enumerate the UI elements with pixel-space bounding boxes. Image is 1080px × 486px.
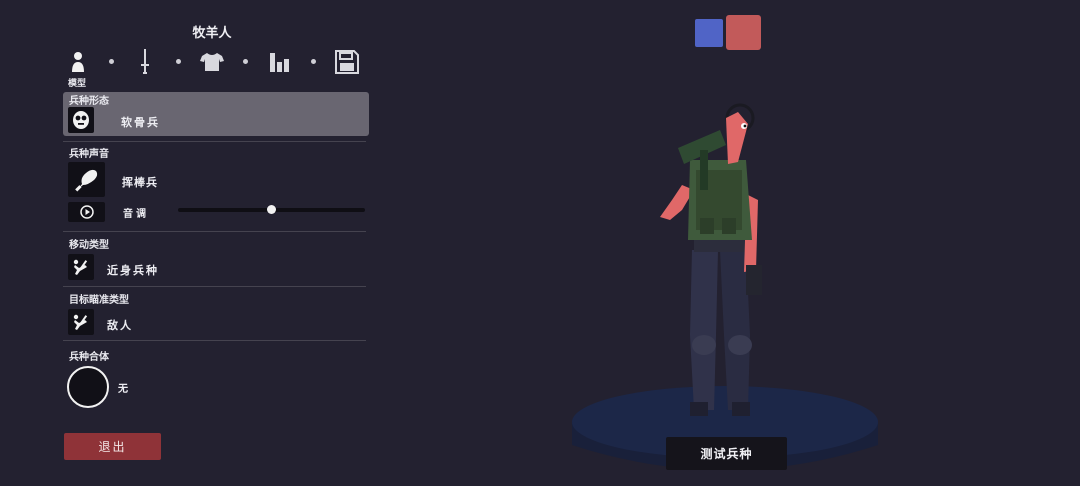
tab-save[interactable] — [334, 48, 360, 76]
shirt-icon — [200, 53, 224, 71]
unit-form-value: 软骨兵 — [121, 116, 160, 129]
unit-form-label: 兵种形态 — [69, 96, 109, 107]
unit-form-icon-box[interactable] — [68, 107, 94, 133]
section-divider — [63, 141, 366, 142]
unit-combine-value: 无 — [118, 384, 130, 395]
section-divider — [63, 231, 366, 232]
movement-type-label: 移动类型 — [69, 240, 109, 251]
pitch-label: 音调 — [123, 209, 149, 220]
play-voice-button[interactable] — [68, 202, 105, 222]
team-red-swatch[interactable] — [726, 15, 761, 50]
unit-combine-slot[interactable] — [67, 366, 109, 408]
unit-voice-label: 兵种声音 — [69, 149, 109, 160]
bar-chart-icon — [270, 53, 289, 72]
unit-model — [660, 103, 762, 416]
target-enemy-icon — [73, 314, 88, 330]
test-unit-button[interactable]: 测试兵种 — [666, 437, 787, 470]
exit-button[interactable]: 退出 — [64, 433, 161, 460]
unit-voice-value: 挥棒兵 — [122, 176, 158, 189]
tab-model[interactable] — [66, 48, 90, 76]
team-blue-swatch[interactable] — [695, 19, 723, 47]
club-icon — [74, 169, 97, 192]
unit-combine-label: 兵种合体 — [69, 352, 109, 363]
play-icon — [79, 205, 94, 219]
pitch-slider-handle[interactable] — [267, 205, 276, 214]
targeting-type-label: 目标瞄准类型 — [69, 295, 129, 306]
tab-separator-dot — [311, 59, 316, 64]
ragdoll-face-icon — [73, 111, 89, 129]
tab-separator-dot — [109, 59, 114, 64]
tab-weapons[interactable] — [136, 48, 154, 76]
movement-type-value: 近身兵种 — [107, 264, 159, 277]
targeting-type-value: 敌人 — [107, 319, 133, 332]
unit-name-title: 牧羊人 — [192, 26, 232, 41]
person-icon — [72, 52, 84, 72]
section-divider — [63, 286, 366, 287]
movement-type-icon-box[interactable] — [68, 254, 94, 280]
tab-clothing[interactable] — [198, 48, 226, 76]
tab-stats[interactable] — [266, 48, 294, 76]
unit-preview — [572, 103, 878, 470]
unit-voice-icon-box[interactable] — [68, 162, 105, 197]
save-icon — [335, 50, 359, 74]
sword-icon — [141, 49, 149, 74]
tab-separator-dot — [243, 59, 248, 64]
targeting-type-icon-box[interactable] — [68, 309, 94, 335]
melee-icon — [73, 259, 88, 275]
section-divider — [63, 340, 366, 341]
tab-model-label: 模型 — [68, 79, 87, 89]
tab-separator-dot — [176, 59, 181, 64]
